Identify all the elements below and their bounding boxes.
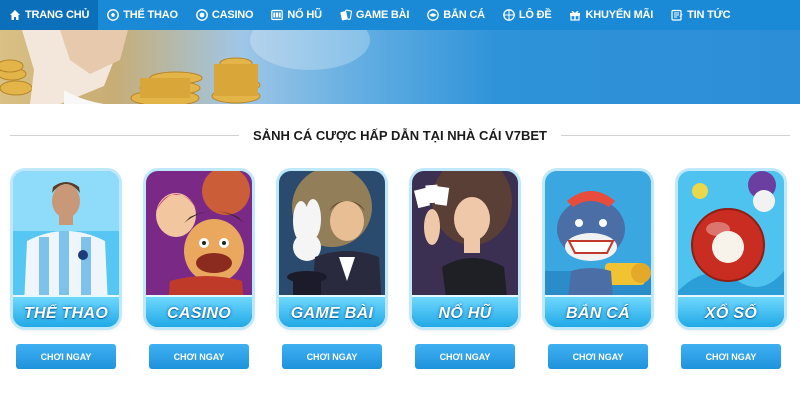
nav-item-label: KHUYẾN MÃI [585,9,654,21]
card-label: CASINO [166,305,232,322]
nav-item-casino[interactable]: CASINO [187,0,263,30]
card-no-hu[interactable]: NỔ HŨ [412,171,518,327]
gift-icon [570,10,581,21]
nav-item-lottery[interactable]: LÔ ĐỀ [494,0,561,30]
divider-left [10,134,240,136]
play-now-button-xo-so[interactable]: CHƠI NGAY [681,344,781,369]
nav-item-card-games[interactable]: GAME BÀI [331,0,418,30]
news-icon [671,9,683,21]
soccer-ball-icon [107,9,120,21]
card-game-bai[interactable]: GAME BÀI [279,171,385,327]
nav-item-label: CASINO [211,9,254,21]
nav-item-news[interactable]: TIN TỨC [662,0,739,30]
card-ban-ca[interactable]: BẮN CÁ [545,171,651,327]
slot-machine-icon [271,9,284,21]
card-sports[interactable]: THỂ THAO [13,171,119,327]
nav-item-label: NỔ HŨ [287,9,322,21]
nav-item-label: LÔ ĐỀ [518,9,552,21]
nav-item-label: BẮN CÁ [443,9,485,21]
fish-globe-icon [427,9,440,21]
nav-item-fishing[interactable]: BẮN CÁ [418,0,494,30]
hero-banner[interactable] [0,30,800,104]
section-title: SẢNH CÁ CƯỢC HẤP DẪN TẠI NHÀ CÁI V7BET [253,127,547,143]
nav-item-home[interactable]: TRANG CHỦ [0,0,99,30]
nav-item-label: GAME BÀI [355,9,410,21]
card-label: BẮN CÁ [565,305,631,322]
card-xo-so[interactable]: XỔ SỐ [678,171,784,327]
nav-item-slots[interactable]: NỔ HŨ [262,0,330,30]
home-icon [10,10,20,20]
play-now-button-sports[interactable]: CHƠI NGAY [16,344,116,369]
casino-chip-icon [195,9,208,21]
playing-cards-icon [340,9,352,21]
section-heading: SẢNH CÁ CƯỢC HẤP DẪN TẠI NHÀ CÁI V7BET [10,122,790,148]
play-now-button-game-bai[interactable]: CHƠI NGAY [282,344,382,369]
play-now-button-no-hu[interactable]: CHƠI NGAY [415,344,515,369]
nav-item-label: THỂ THAO [123,9,178,21]
play-now-button-ban-ca[interactable]: CHƠI NGAY [548,344,648,369]
nav-item-promotions[interactable]: KHUYẾN MÃI [560,0,662,30]
divider-right [560,134,790,136]
nav-item-label: TRANG CHỦ [25,9,90,21]
card-label: NỔ HŨ [438,305,492,322]
card-label: GAME BÀI [290,305,374,322]
top-navigation: TRANG CHỦ THỂ THAO CASINO NỔ HŨ GAME BÀI… [0,0,800,30]
nav-item-sports[interactable]: THỂ THAO [98,0,187,30]
card-casino[interactable]: CASINO [146,171,252,327]
play-now-button-casino[interactable]: CHƠI NGAY [149,344,249,369]
card-label: XỔ SỐ [704,305,758,322]
banner-artwork [0,30,370,104]
nav-item-label: TIN TỨC [687,9,731,21]
lottery-ball-icon [503,9,515,21]
card-label: THỂ THAO [23,305,109,322]
